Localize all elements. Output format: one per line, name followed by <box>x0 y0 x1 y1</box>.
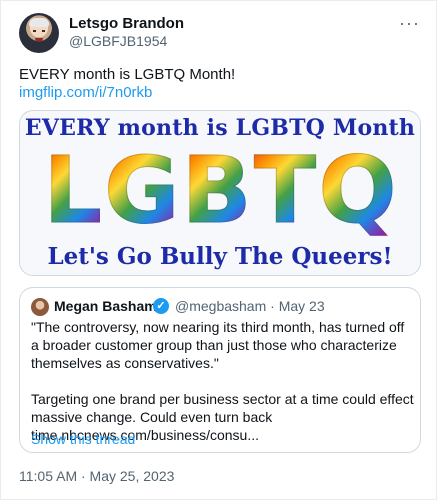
image-big-letters: L G B T Q <box>20 137 420 244</box>
author-handle[interactable]: @LGBFJB1954 <box>69 33 167 49</box>
author-avatar[interactable] <box>19 13 59 53</box>
tweet-text: EVERY month is LGBTQ Month! <box>19 66 236 83</box>
image-bottom-text: Let's Go Bully The Queers! <box>47 243 393 270</box>
verified-badge-icon: ✓ <box>153 298 169 314</box>
tweet-image[interactable]: EVERY month is LGBTQ Month L G B T Q Let… <box>19 110 421 276</box>
quoted-tweet[interactable]: Megan Basham ✓ @megbasham · May 23 "The … <box>19 287 421 453</box>
tweet-card: Letsgo Brandon @LGBFJB1954 ··· EVERY mon… <box>0 0 437 500</box>
avatar-mouth <box>35 38 43 42</box>
tweet-link[interactable]: imgflip.com/i/7n0rkb <box>19 84 152 101</box>
avatar-eyes <box>33 30 45 32</box>
quoted-paragraph-1: "The controversy, now nearing its third … <box>31 319 405 371</box>
quoted-handle-date[interactable]: @megbasham · May 23 <box>175 298 325 314</box>
big-letter: G <box>104 137 181 244</box>
more-options-icon[interactable]: ··· <box>399 13 420 34</box>
quoted-body: "The controversy, now nearing its third … <box>31 318 415 444</box>
author-display-name[interactable]: Letsgo Brandon <box>69 15 184 32</box>
avatar-hair <box>29 18 49 27</box>
quoted-avatar[interactable] <box>31 298 49 316</box>
big-letter: B <box>181 137 252 244</box>
tweet-header: Letsgo Brandon @LGBFJB1954 ··· <box>17 11 422 55</box>
big-letter: L <box>43 137 103 244</box>
big-letter: T <box>253 137 317 244</box>
big-letter: Q <box>318 137 397 244</box>
quoted-display-name[interactable]: Megan Basham <box>54 298 157 314</box>
tweet-timestamp[interactable]: 11:05 AM · May 25, 2023 <box>19 468 174 484</box>
show-thread-link[interactable]: Show this thread <box>31 431 135 447</box>
